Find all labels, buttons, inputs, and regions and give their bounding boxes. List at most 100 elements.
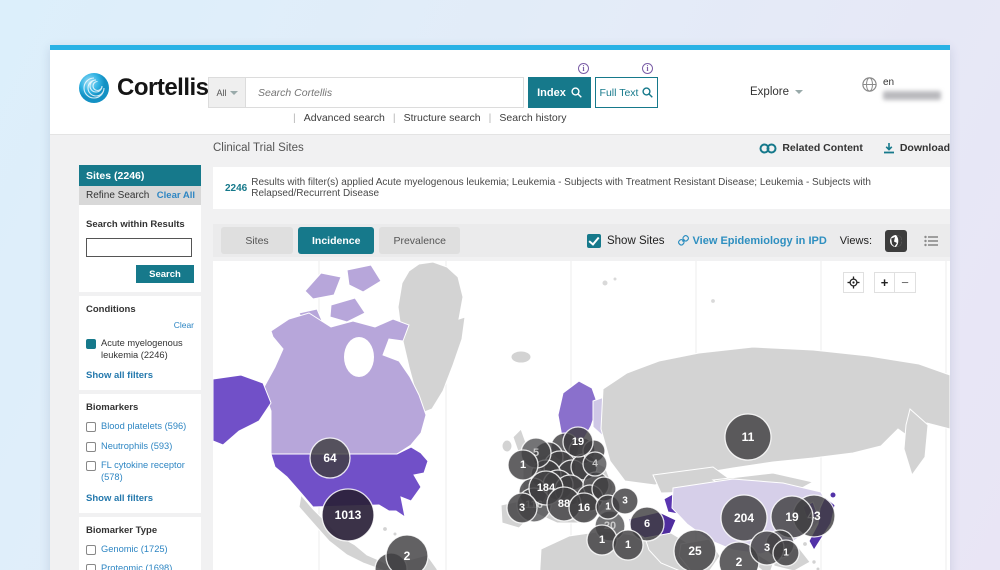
incidence-bubble[interactable]: 1 (508, 450, 538, 480)
incidence-bubble[interactable]: 11 (725, 414, 771, 460)
header: Cortellis™ All Index Full Text i i Explo… (50, 50, 950, 135)
filter-item[interactable]: Blood platelets (596) (86, 421, 194, 433)
language-code[interactable]: en (883, 77, 894, 88)
nav-link-search-history[interactable]: Search history (499, 112, 566, 124)
incidence-bubble[interactable]: 25 (674, 530, 716, 570)
sites-count-header: Sites (2246) (79, 165, 201, 186)
tab-prevalence[interactable]: Prevalence (379, 227, 460, 254)
logo-text: Cortellis (117, 74, 209, 102)
checkbox-icon[interactable] (86, 564, 96, 570)
map-reset-button[interactable] (843, 272, 864, 293)
explore-menu[interactable]: Explore (750, 86, 803, 98)
refine-search-label: Refine Search (86, 190, 149, 201)
results-count: 2246 (225, 183, 247, 194)
filter-label: Genomic (1725) (101, 544, 168, 556)
svg-text:11: 11 (742, 430, 755, 444)
chevron-down-icon (230, 91, 238, 95)
world-map-svg[interactable]: 5411620191184388161361164101321120443192… (213, 261, 950, 570)
incidence-map[interactable]: + − (213, 261, 950, 570)
svg-text:2: 2 (736, 555, 743, 569)
incidence-bubble[interactable]: 16 (569, 493, 599, 523)
biomarkers-show-all-filters[interactable]: Show all filters (86, 493, 194, 504)
checkbox-icon[interactable] (86, 545, 96, 555)
app-window: Cortellis™ All Index Full Text i i Explo… (50, 45, 950, 570)
incidence-bubble[interactable]: 3 (612, 488, 638, 514)
search-within-input[interactable] (86, 238, 192, 257)
nav-link-structure-search[interactable]: Structure search (404, 112, 481, 124)
svg-text:19: 19 (785, 510, 799, 524)
checkbox-icon[interactable] (86, 422, 96, 432)
incidence-bubble[interactable]: 1 (587, 525, 617, 555)
incidence-bubble[interactable]: 4 (583, 452, 607, 476)
search-subnav: | Advanced search | Structure search | S… (285, 112, 705, 124)
checkbox-icon[interactable] (86, 442, 96, 452)
index-search-button[interactable]: Index (528, 77, 591, 108)
nav-link-advanced-search[interactable]: Advanced search (304, 112, 385, 124)
fulltext-info-icon[interactable]: i (642, 63, 653, 74)
search-scope-dropdown[interactable]: All (208, 77, 245, 108)
link-icon (678, 235, 689, 246)
clear-all-link[interactable]: Clear All (157, 190, 195, 201)
recenter-icon (847, 276, 860, 289)
search-within-panel: Search within Results Search (79, 205, 201, 292)
show-sites-label: Show Sites (607, 235, 665, 247)
related-content-button[interactable]: Related Content (759, 142, 863, 154)
incidence-bubble[interactable]: 64 (310, 438, 350, 478)
biomarkers-panel: Biomarkers Blood platelets (596) Neutrop… (79, 394, 201, 512)
tab-sites[interactable]: Sites (221, 227, 293, 254)
search-input[interactable] (245, 77, 524, 108)
checkbox-checked-icon[interactable] (86, 339, 96, 349)
svg-text:19: 19 (572, 436, 584, 448)
map-view-button[interactable] (885, 230, 907, 252)
biomarker-type-panel: Biomarker Type Genomic (1725) Proteomic … (79, 517, 201, 570)
incidence-bubble[interactable]: 1013 (322, 489, 374, 541)
globe-map-icon (889, 234, 903, 248)
conditions-clear-link[interactable]: Clear (174, 320, 194, 330)
refine-search-bar: Refine Search Clear All (79, 186, 201, 205)
filter-item-condition[interactable]: Acute myelogenous leukemia (2246) (86, 338, 194, 361)
user-name-redacted[interactable] (883, 91, 941, 100)
filter-item[interactable]: FL cytokine receptor (578) (86, 460, 194, 483)
filter-label: Acute myelogenous leukemia (2246) (101, 338, 194, 361)
list-icon (924, 235, 939, 247)
view-epidemiology-label: View Epidemiology in IPD (693, 235, 827, 247)
conditions-show-all-filters[interactable]: Show all filters (86, 370, 194, 381)
zoom-in-button[interactable]: + (874, 272, 895, 293)
list-view-button[interactable] (920, 230, 942, 252)
incidence-bubble[interactable]: 1 (773, 540, 799, 566)
svg-text:64: 64 (323, 451, 337, 465)
tab-incidence[interactable]: Incidence (298, 227, 374, 254)
show-sites-toggle[interactable]: Show Sites (587, 234, 665, 248)
svg-text:1: 1 (520, 459, 526, 471)
svg-text:1: 1 (605, 502, 611, 513)
checkbox-icon[interactable] (86, 461, 96, 471)
svg-text:3: 3 (519, 502, 525, 514)
svg-text:1: 1 (625, 539, 631, 551)
results-filters-text: Results with filter(s) applied Acute mye… (251, 177, 938, 199)
cortellis-logo[interactable]: Cortellis™ (78, 72, 217, 104)
divider: | (489, 112, 492, 124)
index-button-label: Index (537, 87, 566, 99)
filter-item[interactable]: Neutrophils (593) (86, 441, 194, 453)
zoom-out-button[interactable]: − (895, 272, 916, 293)
incidence-bubble[interactable]: 3 (507, 493, 537, 523)
svg-text:204: 204 (734, 511, 754, 525)
view-epidemiology-link[interactable]: View Epidemiology in IPD (678, 235, 827, 247)
incidence-bubble[interactable]: 1 (613, 530, 643, 560)
language-globe-icon[interactable] (862, 77, 877, 97)
incidence-bubble[interactable]: 2 (386, 535, 428, 570)
svg-text:25: 25 (688, 544, 702, 558)
biomarkers-title: Biomarkers (86, 402, 194, 413)
incidence-bubble[interactable]: 19 (563, 427, 593, 457)
filter-item[interactable]: Genomic (1725) (86, 544, 194, 556)
download-button[interactable]: Download (883, 142, 950, 154)
checkbox-checked-icon[interactable] (587, 234, 601, 248)
filter-label: Neutrophils (593) (101, 441, 172, 453)
index-info-icon[interactable]: i (578, 63, 589, 74)
filter-item[interactable]: Proteomic (1698) (86, 563, 194, 570)
search-within-label: Search within Results (86, 219, 194, 230)
search-within-button[interactable]: Search (136, 265, 194, 283)
fulltext-search-button[interactable]: Full Text (595, 77, 658, 108)
refine-sidebar: Sites (2246) Refine Search Clear All Sea… (79, 165, 201, 570)
related-content-label: Related Content (782, 142, 863, 154)
